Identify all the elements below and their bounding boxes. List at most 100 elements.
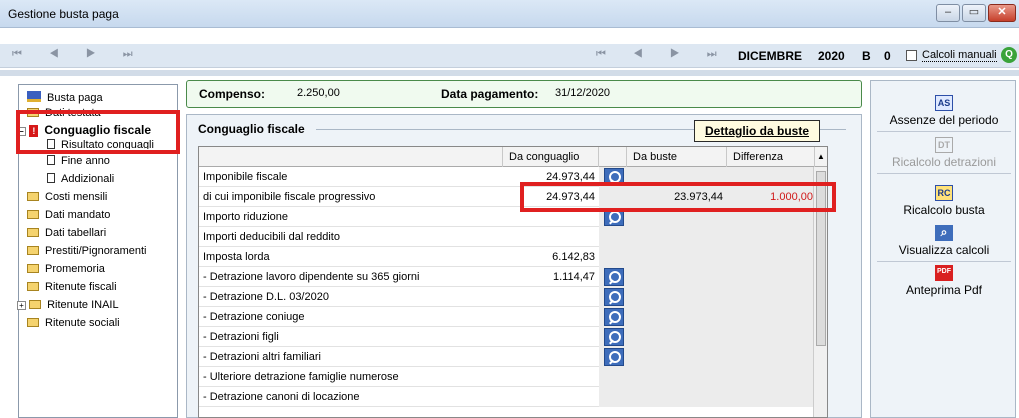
divider [877, 131, 1011, 132]
da-buste-value [627, 287, 727, 307]
differenza-value [727, 367, 817, 387]
month-label: DICEMBRE [738, 49, 803, 63]
tree-item-promemoria[interactable]: Promemoria [27, 263, 105, 279]
da-buste-value [627, 267, 727, 287]
differenza-value [727, 287, 817, 307]
search-icon[interactable] [604, 308, 624, 326]
tree-item-label: Promemoria [45, 263, 105, 275]
tree-item-label: Fine anno [61, 155, 110, 167]
da-buste-value [627, 387, 727, 407]
expand-icon[interactable]: + [17, 301, 26, 310]
table-row[interactable]: - Detrazioni figli [199, 327, 827, 347]
row-label: di cui imponibile fiscale progressivo [203, 191, 376, 203]
search-icon[interactable] [604, 328, 624, 346]
da-conguaglio-value: 6.142,83 [552, 251, 595, 263]
differenza-value [727, 347, 817, 367]
search-icon[interactable] [604, 288, 624, 306]
folder-icon [27, 210, 39, 219]
search-icon[interactable] [604, 348, 624, 366]
calcoli-manuali-checkbox[interactable] [906, 50, 917, 61]
search-go-icon[interactable]: Q [1001, 47, 1017, 63]
tree-item-dati-mandato[interactable]: Dati mandato [27, 209, 110, 225]
tree-item-label: Dati mandato [45, 209, 111, 221]
header-da-conguaglio[interactable]: Da conguaglio [503, 147, 599, 167]
tree-item-addizionali[interactable]: Addizionali [47, 173, 114, 189]
code-zero-label: 0 [884, 49, 891, 63]
table-row[interactable]: - Detrazione lavoro dipendente su 365 gi… [199, 267, 827, 287]
magnifier-icon: ⌕ [935, 225, 953, 241]
da-buste-value [627, 227, 727, 247]
table-row[interactable]: - Ulteriore detrazione famiglie numerose [199, 367, 827, 387]
calcoli-manuali-label[interactable]: Calcoli manuali [922, 49, 997, 62]
header-da-buste[interactable]: Da buste [627, 147, 727, 167]
document-icon [47, 173, 55, 183]
tree-item-dati-tabellari[interactable]: Dati tabellari [27, 227, 106, 243]
scroll-up-icon[interactable]: ▲ [815, 147, 827, 167]
differenza-value [727, 307, 817, 327]
da-conguaglio-value [503, 367, 599, 387]
year-label: 2020 [818, 49, 845, 63]
header-differenza[interactable]: Differenza [727, 147, 815, 167]
minimize-button[interactable]: – [936, 4, 960, 22]
folder-icon [29, 300, 42, 309]
da-buste-value [627, 247, 727, 267]
tree-item-ritenute-sociali[interactable]: Ritenute sociali [27, 317, 120, 333]
da-conguaglio-value [503, 307, 599, 327]
data-pagamento-label: Data pagamento: [441, 87, 539, 101]
search-icon[interactable] [604, 268, 624, 286]
table-row[interactable]: Imposta lorda 6.142,83 [199, 247, 827, 267]
row-label: Imposta lorda [203, 251, 270, 263]
table-row[interactable]: - Detrazione coniuge [199, 307, 827, 327]
record-nav-arrows[interactable]: ⏮ ◀ ▶ ⏭ [12, 48, 145, 61]
differenza-value [727, 267, 817, 287]
payment-info-box: Compenso: 2.250,00 Data pagamento: 31/12… [186, 80, 862, 108]
ricalcolo-busta-label: Ricalcolo busta [903, 203, 985, 217]
tree-item-ritenute-fiscali[interactable]: Ritenute fiscali [27, 281, 117, 297]
maximize-button[interactable]: ▭ [962, 4, 986, 22]
visualizza-calcoli-button[interactable]: ⌕ Visualizza calcoli [877, 225, 1011, 262]
da-buste-value [627, 367, 727, 387]
period-nav-arrows[interactable]: ⏮ ◀ ▶ ⏭ [596, 48, 729, 61]
highlight-conguaglio-tree [16, 110, 180, 154]
ricalcolo-icon: RC [935, 185, 953, 201]
tree-item-label: Ritenute sociali [45, 317, 120, 329]
table-row[interactable]: Importi deducibili dal reddito [199, 227, 827, 247]
divider [877, 261, 1011, 262]
differenza-value [727, 327, 817, 347]
row-label: - Detrazione coniuge [203, 311, 305, 323]
ricalcolo-busta-button[interactable]: RC Ricalcolo busta [877, 185, 1011, 217]
visualizza-calcoli-label: Visualizza calcoli [898, 243, 990, 257]
table-row[interactable]: - Detrazione D.L. 03/2020 [199, 287, 827, 307]
table-row[interactable]: - Detrazione canoni di locazione [199, 387, 827, 407]
folder-icon [27, 282, 39, 291]
differenza-value [727, 247, 817, 267]
table-row[interactable]: - Detrazioni altri familiari [199, 347, 827, 367]
data-pagamento-value: 31/12/2020 [555, 87, 611, 99]
header-search-col [599, 147, 627, 167]
da-buste-value [627, 347, 727, 367]
da-conguaglio-value [503, 227, 599, 247]
ricalcolo-detrazioni-button[interactable]: DT Ricalcolo detrazioni [877, 137, 1011, 174]
tree-item-label: Costi mensili [45, 191, 108, 203]
tree-item-fine-anno[interactable]: Fine anno [47, 155, 110, 171]
tree-item-ritenute-inail[interactable]: + Ritenute INAIL [17, 299, 119, 315]
differenza-value [727, 387, 817, 407]
folder-icon [27, 228, 39, 237]
tree-item-prestiti[interactable]: Prestiti/Pignoramenti [27, 245, 147, 261]
anteprima-pdf-button[interactable]: PDF Anteprima Pdf [877, 265, 1011, 297]
tree-item-costi-mensili[interactable]: Costi mensili [27, 191, 107, 207]
tree-item-label: Ritenute INAIL [47, 299, 119, 311]
assenze-button[interactable]: AS Assenze del periodo [877, 95, 1011, 132]
da-buste-value [627, 307, 727, 327]
row-label: - Detrazione canoni di locazione [203, 391, 360, 403]
tree-item-label: Ritenute fiscali [45, 281, 117, 293]
dettaglio-da-buste-button[interactable]: Dettaglio da buste [694, 120, 820, 142]
tree-item-label: Addizionali [61, 173, 115, 185]
book-icon [27, 91, 41, 102]
da-conguaglio-value [503, 387, 599, 407]
close-button[interactable]: ✕ [988, 4, 1016, 22]
separator [0, 70, 1019, 76]
pdf-icon: PDF [935, 265, 953, 281]
tree-item-busta-paga[interactable]: Busta paga [27, 91, 103, 107]
tree-item-label: Dati tabellari [45, 227, 107, 239]
